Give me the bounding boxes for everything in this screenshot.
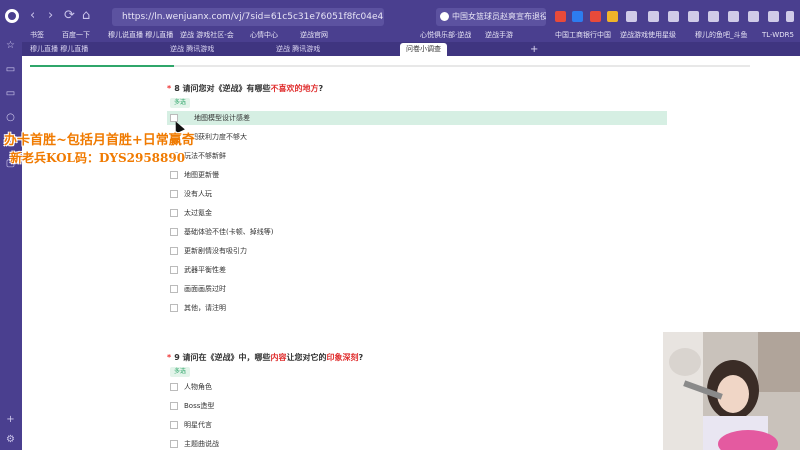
- checkbox[interactable]: [170, 402, 178, 410]
- stream-overlay-line2: 新老兵KOL码：DYS2958890: [10, 151, 186, 165]
- bookmark-item[interactable]: 心悦俱乐部·逆战: [420, 29, 471, 41]
- checkbox[interactable]: [170, 285, 178, 293]
- address-bar[interactable]: https://ln.wenjuanx.com/vj/7sid=61c5c31e…: [112, 8, 384, 26]
- reader-icon[interactable]: ▭: [5, 64, 16, 75]
- bookmark-item[interactable]: 穆儿说直播 穆儿直播: [108, 29, 173, 41]
- option-label: 人物角色: [184, 383, 212, 391]
- game-icon[interactable]: [555, 11, 566, 22]
- tab-nizhan-1[interactable]: 逆战 腾讯游戏: [170, 43, 214, 56]
- option-label: 画面画质过时: [184, 285, 226, 293]
- progress-fill: [30, 65, 174, 67]
- checkbox[interactable]: [170, 266, 178, 274]
- maximize-icon[interactable]: [768, 11, 779, 22]
- back-button[interactable]: ‹: [30, 9, 35, 23]
- bookmark-item[interactable]: 心情中心: [250, 29, 278, 41]
- home-button[interactable]: ⌂: [82, 9, 90, 23]
- question-9-middle: 让您对它的: [286, 353, 327, 362]
- question-9-highlight: 印象深刻: [326, 353, 359, 362]
- search-engine-icon: [440, 12, 449, 21]
- option-label: 太过氪金: [184, 209, 212, 217]
- search-text: 中国女篮球员赵爽宣布退役: [452, 12, 546, 21]
- checkbox[interactable]: [170, 421, 178, 429]
- red-app-icon[interactable]: [590, 11, 601, 22]
- chat-icon[interactable]: ○: [5, 112, 16, 123]
- puzzle-icon[interactable]: [626, 11, 637, 22]
- option-label: 明星代言: [184, 421, 212, 429]
- add-icon[interactable]: [708, 11, 719, 22]
- history-icon[interactable]: [688, 11, 699, 22]
- option-label: 主题曲说战: [184, 440, 219, 448]
- browser-logo-icon: [5, 9, 19, 23]
- forward-button[interactable]: ›: [48, 9, 53, 23]
- settings-icon[interactable]: ⚙: [5, 434, 16, 445]
- question-8-title: * 8 请问您对《逆战》有哪些不喜欢的地方?: [167, 83, 323, 94]
- scissors-icon[interactable]: [648, 11, 659, 22]
- checkbox[interactable]: [170, 247, 178, 255]
- bookmark-item[interactable]: 逆战手游: [485, 29, 513, 41]
- stream-overlay-line1: 办卡首胜~包括月首胜+日常赢奇: [4, 133, 195, 148]
- checkbox[interactable]: [170, 190, 178, 198]
- question-9-suffix: ?: [358, 353, 364, 362]
- progress-bar: [30, 65, 750, 67]
- bookmark-item[interactable]: 中国工商银行中国: [555, 29, 611, 41]
- tab-live[interactable]: 穆儿直播 穆儿直播: [30, 43, 88, 56]
- search-box[interactable]: 中国女篮球员赵爽宣布退役: [436, 8, 546, 26]
- menu-icon[interactable]: [728, 11, 739, 22]
- add-panel-icon[interactable]: +: [5, 414, 16, 425]
- option-label: 基础体验不佳(卡顿、掉线等): [184, 228, 274, 236]
- multi-select-badge: 多选: [170, 367, 191, 377]
- bookmark-item[interactable]: 逆战 游戏社区-会: [180, 29, 234, 41]
- option-label: Boss造型: [184, 402, 215, 410]
- extension-icon[interactable]: [572, 11, 583, 22]
- refresh-button[interactable]: ⟳: [64, 9, 75, 23]
- bookmark-item[interactable]: TL-WDR5: [762, 29, 794, 41]
- tab-nizhan-2[interactable]: 逆战 腾讯游戏: [276, 43, 320, 56]
- yellow-app-icon[interactable]: [607, 11, 618, 22]
- checkbox[interactable]: [170, 383, 178, 391]
- download-icon[interactable]: ▭: [5, 88, 16, 99]
- webcam-image: [663, 332, 800, 450]
- tab-bar: 穆儿直播 穆儿直播 逆战 腾讯游戏 逆战 腾讯游戏 问卷小调查 +: [0, 42, 800, 56]
- bookmarks-bar: 书签 百度一下 穆儿说直播 穆儿直播 逆战 游戏社区-会 心情中心 逆战官网 心…: [0, 28, 800, 42]
- checkbox[interactable]: [170, 209, 178, 217]
- minimize-icon[interactable]: [748, 11, 759, 22]
- required-star: *: [167, 353, 172, 362]
- checkbox[interactable]: [170, 440, 178, 448]
- bookmark-item[interactable]: 穆儿的鱼吧_斗鱼: [695, 29, 748, 41]
- option-label: 玩法不够新鲜: [184, 152, 226, 160]
- bookmark-item[interactable]: 书签: [30, 29, 44, 41]
- option-label: 地图模型设计感差: [194, 114, 250, 122]
- checkbox[interactable]: [170, 171, 178, 179]
- tab-survey[interactable]: 问卷小调查: [400, 43, 447, 56]
- new-tab-button[interactable]: +: [530, 43, 538, 56]
- question-9-prefix: 9 请问在《逆战》中，哪些: [174, 353, 271, 362]
- browser-sidebar: ☆ ▭ ▭ ○ ◇ ▢ + ⚙: [0, 34, 22, 450]
- question-9-title: * 9 请问在《逆战》中，哪些内容让您对它的印象深刻?: [167, 352, 363, 363]
- star-icon[interactable]: ☆: [5, 40, 16, 51]
- option-label: 其他，请注明: [184, 304, 226, 312]
- question-8-suffix: ?: [318, 84, 324, 93]
- checkbox[interactable]: [170, 228, 178, 236]
- close-icon[interactable]: [786, 11, 794, 22]
- option-label: 地图更新慢: [184, 171, 219, 179]
- q8-option[interactable]: 地图模型设计感差: [167, 111, 667, 125]
- question-8-highlight: 不喜欢的地方: [270, 84, 319, 93]
- option-label: 更新剧情没有吸引力: [184, 247, 247, 255]
- undo-icon[interactable]: [668, 11, 679, 22]
- url-text: https://ln.wenjuanx.com/vj/7sid=61c5c31e…: [122, 12, 384, 22]
- bookmark-item[interactable]: 逆战官网: [300, 29, 328, 41]
- required-star: *: [167, 84, 172, 93]
- multi-select-badge: 多选: [170, 98, 191, 108]
- question-8-prefix: 8 请问您对《逆战》有哪些: [174, 84, 271, 93]
- bookmark-item[interactable]: 逆战游戏使用星级: [620, 29, 676, 41]
- webcam-feed: [663, 332, 800, 450]
- option-label: 没有人玩: [184, 190, 212, 198]
- question-9-highlight: 内容: [270, 353, 287, 362]
- bookmark-item[interactable]: 百度一下: [62, 29, 90, 41]
- checkbox[interactable]: [170, 304, 178, 312]
- option-label: 武器平衡性差: [184, 266, 226, 274]
